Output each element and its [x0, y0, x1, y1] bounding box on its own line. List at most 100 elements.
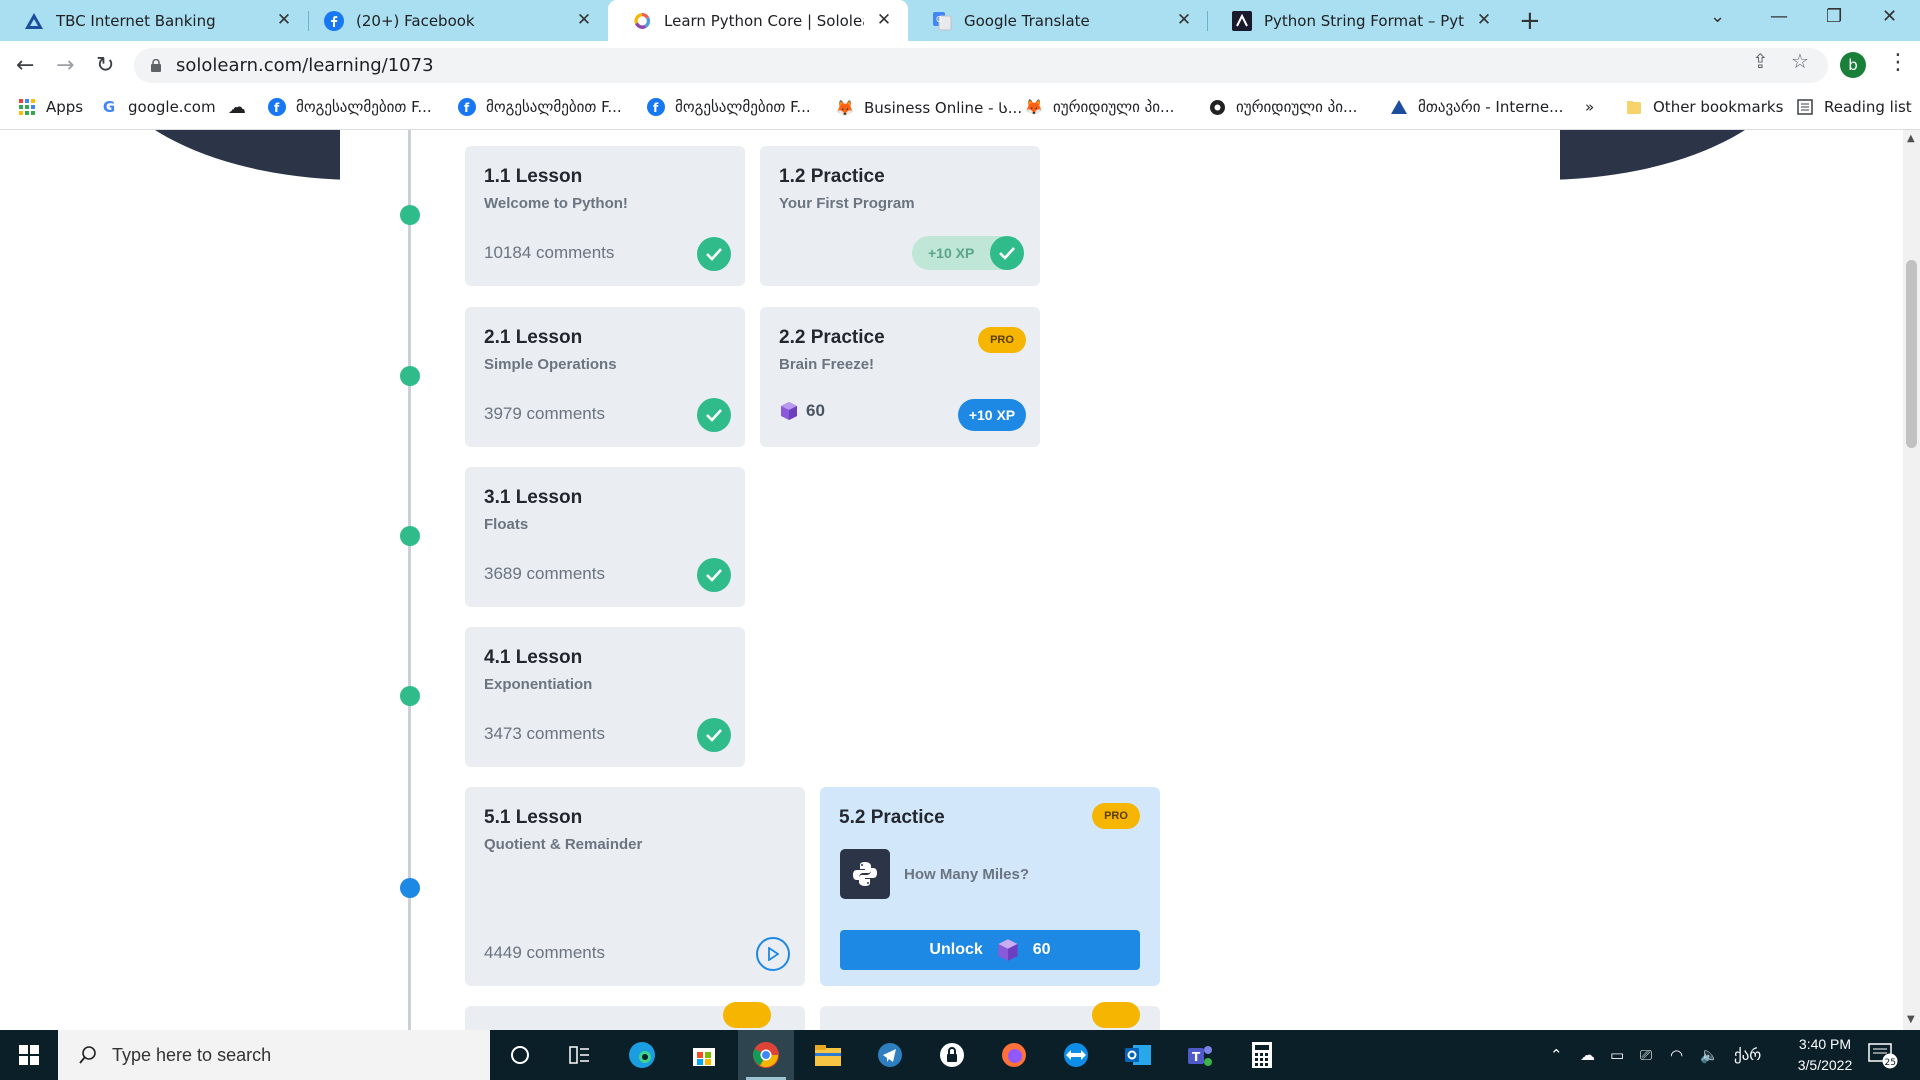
address-toolbar: ← → ↻ sololearn.com/learning/1073 ⇪ ☆ — [0, 41, 1920, 90]
tab-w3schools[interactable]: Python String Format – Python S ✕ — [1208, 0, 1508, 41]
comments-link[interactable]: 3689 comments — [484, 564, 605, 584]
practice-subtitle: Brain Freeze! — [779, 356, 875, 373]
tab-title: Python String Format – Python S — [1264, 11, 1464, 30]
outlook-icon[interactable] — [1110, 1030, 1166, 1080]
lesson-subtitle: Welcome to Python! — [484, 195, 628, 212]
tray-chevron-icon[interactable]: ⌃ — [1550, 1046, 1563, 1064]
bookmark-star-icon[interactable]: ☆ — [1791, 49, 1809, 73]
tab-google-translate[interactable]: G Google Translate ✕ — [908, 0, 1208, 41]
close-icon[interactable]: ✕ — [874, 10, 894, 30]
forward-arrow-icon[interactable]: → — [56, 53, 74, 78]
practice-card[interactable]: 1.2 Practice Your First Program +10 XP — [760, 146, 1040, 286]
bookmark-business-online[interactable]: 🦊 Business Online - Ს... — [836, 98, 1022, 118]
edge-icon[interactable] — [614, 1030, 670, 1080]
comments-link[interactable]: 10184 comments — [484, 243, 614, 263]
back-arrow-icon[interactable]: ← — [16, 53, 34, 78]
lesson-card[interactable]: 3.1 Lesson Floats 3689 comments — [465, 467, 745, 607]
wifi-icon[interactable]: ◠ — [1670, 1046, 1683, 1064]
device-icon[interactable]: ⎚ — [1640, 1046, 1652, 1064]
reload-icon[interactable]: ↻ — [96, 53, 114, 78]
timeline-dot-done — [400, 366, 420, 386]
unlock-cost: 60 — [1032, 941, 1051, 958]
bookmark-label: Other bookmarks — [1653, 98, 1784, 116]
bookmarks-overflow-button[interactable]: » — [1585, 98, 1594, 116]
practice-card[interactable] — [820, 1002, 1160, 1030]
close-icon[interactable]: ✕ — [274, 10, 294, 30]
lesson-card-current[interactable]: 5.1 Lesson Quotient & Remainder 4449 com… — [465, 787, 805, 986]
calculator-icon[interactable] — [1234, 1030, 1290, 1080]
bookmark-legal-2[interactable]: იურიდიული პი... — [1208, 98, 1357, 116]
url-bar[interactable]: sololearn.com/learning/1073 — [134, 48, 1828, 83]
notification-center-icon[interactable]: 25 — [1868, 1043, 1898, 1073]
close-icon[interactable]: ✕ — [1474, 10, 1494, 30]
bookmark-cloud[interactable]: ☁ — [228, 97, 256, 118]
check-icon — [697, 558, 731, 592]
onedrive-icon[interactable]: ☁ — [1580, 1046, 1595, 1064]
task-name: How Many Miles? — [904, 866, 1030, 883]
microsoft-store-icon[interactable] — [676, 1030, 732, 1080]
minimize-icon[interactable]: — — [1770, 6, 1788, 27]
taskbar-search[interactable]: Type here to search — [58, 1030, 490, 1080]
bookmark-apps[interactable]: Apps — [18, 98, 83, 116]
new-tab-button[interactable]: + — [1519, 6, 1541, 36]
lesson-card[interactable]: 2.1 Lesson Simple Operations 3979 commen… — [465, 307, 745, 447]
unlock-button[interactable]: Unlock 60 — [840, 930, 1140, 970]
lesson-card[interactable] — [465, 1002, 805, 1030]
clock[interactable]: 3:40 PM 3/5/2022 — [1770, 1034, 1880, 1076]
close-icon[interactable]: ✕ — [1174, 10, 1194, 30]
facebook-icon — [324, 10, 344, 31]
fox-icon: 🦊 — [835, 99, 855, 117]
teams-icon[interactable]: T — [1172, 1030, 1228, 1080]
file-explorer-icon[interactable] — [800, 1030, 856, 1080]
task-view-icon[interactable] — [552, 1030, 608, 1080]
tbc-icon — [24, 11, 44, 31]
profile-avatar[interactable]: b — [1840, 52, 1866, 78]
bookmark-facebook-2[interactable]: f მოგესალმებით F... — [458, 98, 622, 116]
chrome-icon[interactable] — [738, 1030, 794, 1080]
close-icon[interactable]: ✕ — [574, 10, 594, 30]
teamviewer-icon[interactable] — [1048, 1030, 1104, 1080]
lesson-card[interactable]: 1.1 Lesson Welcome to Python! 10184 comm… — [465, 146, 745, 286]
notification-count: 25 — [1885, 1058, 1896, 1068]
tab-search-chevron-icon[interactable]: ⌄ — [1710, 6, 1725, 27]
tab-sololearn[interactable]: Learn Python Core | Sololearn ✕ — [608, 0, 908, 41]
bookmark-facebook-1[interactable]: f მოგესალმებით F... — [268, 98, 432, 116]
pro-badge: PRO — [1092, 803, 1140, 829]
page-scrollbar[interactable]: ▲ ▼ — [1903, 130, 1920, 1030]
comments-link[interactable]: 3473 comments — [484, 724, 605, 744]
vpn-lock-icon[interactable] — [924, 1030, 980, 1080]
battery-icon[interactable]: ▭ — [1610, 1046, 1624, 1064]
lesson-card[interactable]: 4.1 Lesson Exponentiation 3473 comments — [465, 627, 745, 767]
svg-text:f: f — [653, 101, 659, 115]
telegram-desktop-icon[interactable] — [862, 1030, 918, 1080]
scroll-thumb[interactable] — [1906, 260, 1917, 448]
share-icon[interactable]: ⇪ — [1752, 49, 1769, 73]
practice-card[interactable]: 2.2 Practice Brain Freeze! PRO 60 +10 XP — [760, 307, 1040, 447]
play-icon[interactable] — [756, 937, 790, 971]
bookmark-facebook-3[interactable]: f მოგესალმებით F... — [647, 98, 811, 116]
reading-list[interactable]: Reading list — [1796, 98, 1912, 116]
bookmark-google[interactable]: G google.com — [100, 98, 216, 116]
comments-link[interactable]: 3979 comments — [484, 404, 605, 424]
lesson-title: 4.1 Lesson — [484, 647, 583, 668]
comments-link[interactable]: 4449 comments — [484, 943, 605, 963]
input-language[interactable]: ქარ — [1734, 1046, 1761, 1064]
menu-kebab-icon[interactable]: ⋮ — [1887, 50, 1909, 75]
bookmark-tbc-main[interactable]: მთავარი - Interne... — [1390, 98, 1563, 116]
volume-icon[interactable]: 🔈 — [1700, 1046, 1719, 1064]
tab-tbc[interactable]: TBC Internet Banking ✕ — [0, 0, 308, 41]
other-bookmarks[interactable]: Other bookmarks — [1625, 98, 1783, 116]
firefox-icon[interactable] — [986, 1030, 1042, 1080]
bookmark-label: Apps — [46, 98, 84, 116]
scroll-down-icon[interactable]: ▼ — [1907, 1014, 1915, 1025]
restore-icon[interactable]: ❐ — [1826, 6, 1842, 27]
bookmark-legal-1[interactable]: 🦊 იურიდიული პი... — [1025, 98, 1175, 116]
scroll-up-icon[interactable]: ▲ — [1907, 133, 1915, 144]
bookmark-label: იურიდიული პი... — [1053, 98, 1175, 116]
windows-start-icon[interactable] — [0, 1030, 58, 1080]
cortana-icon[interactable] — [492, 1030, 548, 1080]
practice-card-locked[interactable]: 5.2 Practice PRO How Many Miles? Unlock … — [820, 787, 1160, 986]
tab-facebook[interactable]: (20+) Facebook ✕ — [300, 0, 608, 41]
tbc-icon — [1390, 98, 1408, 116]
window-close-icon[interactable]: ✕ — [1882, 6, 1897, 27]
